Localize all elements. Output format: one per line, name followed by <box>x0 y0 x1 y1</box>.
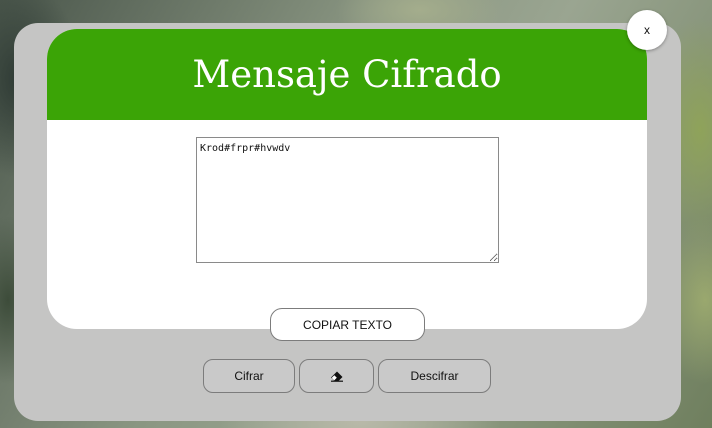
close-button[interactable]: x <box>627 10 667 50</box>
copy-text-button[interactable]: COPIAR TEXTO <box>270 308 425 341</box>
modal-title: Mensaje Cifrado <box>192 53 502 96</box>
decrypt-button[interactable]: Descifrar <box>378 359 491 393</box>
encrypted-message-textarea[interactable]: Krod#frpr#hvwdv <box>196 137 499 263</box>
card-header: Mensaje Cifrado <box>47 29 647 120</box>
encrypt-button[interactable]: Cifrar <box>203 359 295 393</box>
erase-button[interactable] <box>299 359 374 393</box>
eraser-icon <box>330 371 343 382</box>
